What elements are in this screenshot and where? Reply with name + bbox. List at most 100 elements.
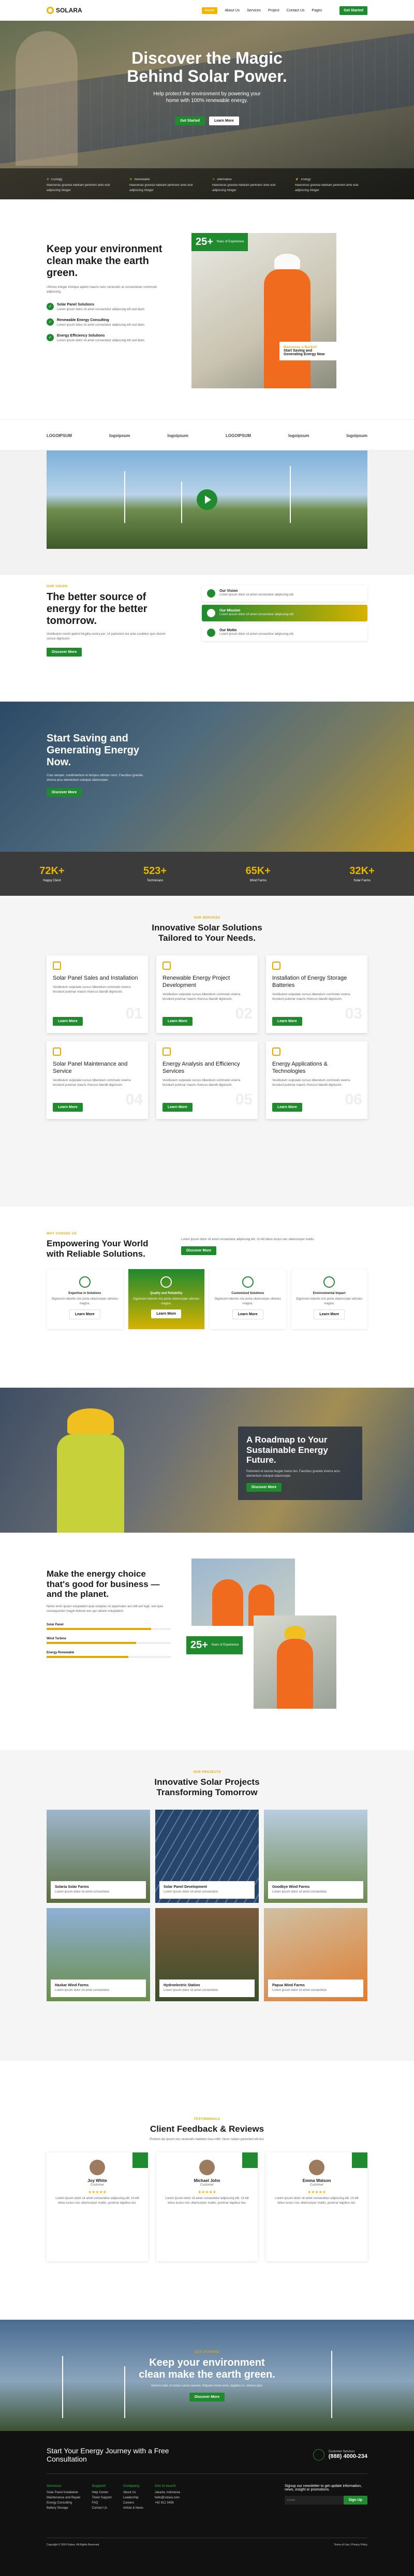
newsletter: Signup our newsletter to get update info… xyxy=(285,2484,367,2512)
nav-pages[interactable]: Pages xyxy=(312,9,322,12)
discover-more-button[interactable]: Discover More xyxy=(47,648,82,657)
learn-more-button[interactable]: Learn More xyxy=(53,1103,83,1112)
logo-strip: LOGOIPSUM logoipsum logoipsum LOGOIPSUM … xyxy=(0,419,414,450)
cta-section: GET STARTED Keep your environment clean m… xyxy=(0,2320,414,2431)
project-card[interactable]: Goodbye Wind Farms Lorem ipsum dolor sit … xyxy=(264,1810,367,1903)
feature-bar: ❦ Ecology Maecenas gravida habitant pertin… xyxy=(0,168,414,199)
about-section: Keep your environment clean make the ear… xyxy=(0,228,414,425)
quality-icon xyxy=(160,1276,172,1288)
check-item: ✓ Renewable Energy Consulting Lorem ipsum … xyxy=(47,318,171,328)
rating-stars: ★★★★★ xyxy=(88,2189,107,2194)
learn-more-button[interactable]: Learn More xyxy=(162,1017,193,1026)
saving-title: Start Saving and Generating Energy Now. xyxy=(47,733,139,768)
newsletter-email-input[interactable] xyxy=(285,2496,344,2505)
saving-discover-button[interactable]: Discover More xyxy=(47,788,82,797)
stat-item: 32K+ Solar Farms xyxy=(349,865,375,882)
check-item: ✓ Solar Panel Solutions Lorem ipsum dolor … xyxy=(47,303,171,312)
nav-about[interactable]: About Us xyxy=(225,9,240,12)
phone-number[interactable]: (888) 4000-234 xyxy=(329,2453,367,2459)
vision-card[interactable]: Our Vision Lorem ipsum dolor sit amet con… xyxy=(202,585,367,602)
learn-more-button[interactable]: Learn More xyxy=(53,1017,83,1026)
service-card: Renewable Energy Project Development Vest… xyxy=(156,955,258,1034)
recycle-icon: ♻ xyxy=(129,178,132,181)
choice-title: Make the energy choice that's good for b… xyxy=(47,1569,160,1599)
target-icon xyxy=(207,609,215,617)
learn-more-button[interactable]: Learn More xyxy=(232,1309,263,1320)
side-card: Maecenas a Barbell Start Saving and Gener… xyxy=(279,342,336,360)
progress-item: Solar Panel xyxy=(47,1621,171,1630)
learn-more-button[interactable]: Learn More xyxy=(162,1103,193,1112)
nav-home[interactable]: Home xyxy=(201,7,218,14)
stat-item: 72K+ Happy Client xyxy=(39,865,65,882)
footer-column: Services Solar Panel Installation Maintena… xyxy=(47,2484,81,2510)
sun-icon: ☀ xyxy=(212,178,215,181)
nav-contact[interactable]: Contact Us xyxy=(287,9,305,12)
vision-title: The better source of energy for the bett… xyxy=(47,591,147,627)
testimonial-card: Emma Watson Customer ★★★★★ Lorem ipsum dolo… xyxy=(266,2152,367,2261)
logo[interactable]: SOLARA xyxy=(47,7,82,14)
service-card: Energy Applications & Technologies Vestib… xyxy=(266,1041,367,1119)
avatar xyxy=(90,2159,105,2175)
motto-card[interactable]: Our Motto Lorem ipsum dolor sit amet cons… xyxy=(202,624,367,641)
sign-up-button[interactable]: Sign Up xyxy=(343,2496,367,2505)
empower-title: Empowering Your World with Reliable Solu… xyxy=(47,1239,149,1259)
mission-card[interactable]: Our Mission Lorem ipsum dolor sit amet co… xyxy=(202,605,367,621)
sun-icon xyxy=(47,7,54,14)
empower-discover-button[interactable]: Discover More xyxy=(181,1246,217,1255)
partner-logo: logoipsum xyxy=(346,433,367,438)
learn-more-button[interactable]: Learn More xyxy=(314,1309,345,1320)
experience-badge: 25+ Years of Experience xyxy=(186,1636,243,1654)
partner-logo: logoipsum xyxy=(288,433,309,438)
play-icon[interactable] xyxy=(197,489,217,510)
services-section: OUR SERVICES Innovative Solar Solutions T… xyxy=(0,896,414,1206)
testimonials-section: TESTIMONIALS Client Feedback & Reviews P… xyxy=(0,2118,414,2294)
learn-more-button[interactable]: Learn More xyxy=(151,1309,182,1319)
feature-item: ⚡ Energy Maecenas gravida habitant pertine… xyxy=(295,178,359,192)
hero-get-started-button[interactable]: Get Started xyxy=(175,117,205,125)
cta-discover-button[interactable]: Discover More xyxy=(189,2393,225,2402)
check-item: ✓ Energy Efficiency Solutions Lorem ipsum … xyxy=(47,334,171,343)
footer-headline: Start Your Energy Journey with a Free Co… xyxy=(47,2447,169,2463)
video-player[interactable] xyxy=(47,450,367,549)
testimonial-card: Joy White Customer ★★★★★ Lorem ipsum dolor … xyxy=(47,2152,148,2261)
site-header: SOLARA Home About Us Services Project Co… xyxy=(0,0,414,21)
wrench-icon xyxy=(53,1047,61,1056)
globe-icon xyxy=(323,1276,335,1288)
expertise-icon xyxy=(79,1276,91,1288)
battery-icon xyxy=(272,962,280,970)
progress-fill xyxy=(47,1627,151,1630)
learn-more-button[interactable]: Learn More xyxy=(272,1017,302,1026)
project-card[interactable]: Solar Panel Development Lorem ipsum dolor… xyxy=(155,1810,259,1903)
choice-images: 25+ Years of Experience xyxy=(186,1559,367,1709)
project-card[interactable]: Papua Wind Farms Lorem ipsum dolor sit am… xyxy=(264,1908,367,2002)
nav-project[interactable]: Project xyxy=(268,9,279,12)
benefit-card: Expertise in Solutions Dignissim lobortis… xyxy=(47,1269,123,1330)
progress-item: Energy Renewable xyxy=(47,1649,171,1658)
check-icon: ✓ xyxy=(47,303,54,310)
experience-badge: 25+ Years of Experience xyxy=(191,233,248,251)
roadmap-discover-button[interactable]: Discover More xyxy=(246,1482,282,1492)
gear-icon xyxy=(272,1047,280,1056)
legal-links[interactable]: Terms of Use | Privacy Policy xyxy=(334,2543,367,2546)
project-card[interactable]: Solaria Solar Farms Lorem ipsum dolor sit… xyxy=(47,1810,150,1903)
get-started-button[interactable]: Get Started xyxy=(339,6,367,15)
benefit-card: Quality and Reliability Dignissim loborti… xyxy=(128,1269,204,1330)
learn-more-button[interactable]: Learn More xyxy=(272,1103,302,1112)
main-nav: Home About Us Services Project Contact U… xyxy=(201,6,367,15)
hero-learn-more-button[interactable]: Learn More xyxy=(209,117,239,125)
solar-panel-icon xyxy=(53,962,61,970)
vision-section: OUR VISION The better source of energy f… xyxy=(0,575,414,699)
flag-icon xyxy=(207,629,215,637)
saving-section: Start Saving and Generating Energy Now. … xyxy=(0,702,414,852)
choice-section: Make the energy choice that's good for b… xyxy=(0,1553,414,1724)
projects-section: OUR PROJECTS Innovative Solar Projects Tr… xyxy=(0,1750,414,2061)
feature-item: ❦ Ecology Maecenas gravida habitant pertin… xyxy=(47,178,110,192)
nav-services[interactable]: Services xyxy=(247,9,261,12)
footer-column: Get in touch Jakarta, Indonesia hello@sola… xyxy=(154,2484,180,2505)
eye-icon xyxy=(207,589,215,598)
learn-more-button[interactable]: Learn More xyxy=(69,1309,100,1320)
leaf-icon: ❦ xyxy=(47,178,50,181)
avatar xyxy=(309,2159,324,2175)
project-card[interactable]: Hydroelectric Station Lorem ipsum dolor s… xyxy=(155,1908,259,2002)
project-card[interactable]: Haskar Wind Farms Lorem ipsum dolor sit a… xyxy=(47,1908,150,2002)
